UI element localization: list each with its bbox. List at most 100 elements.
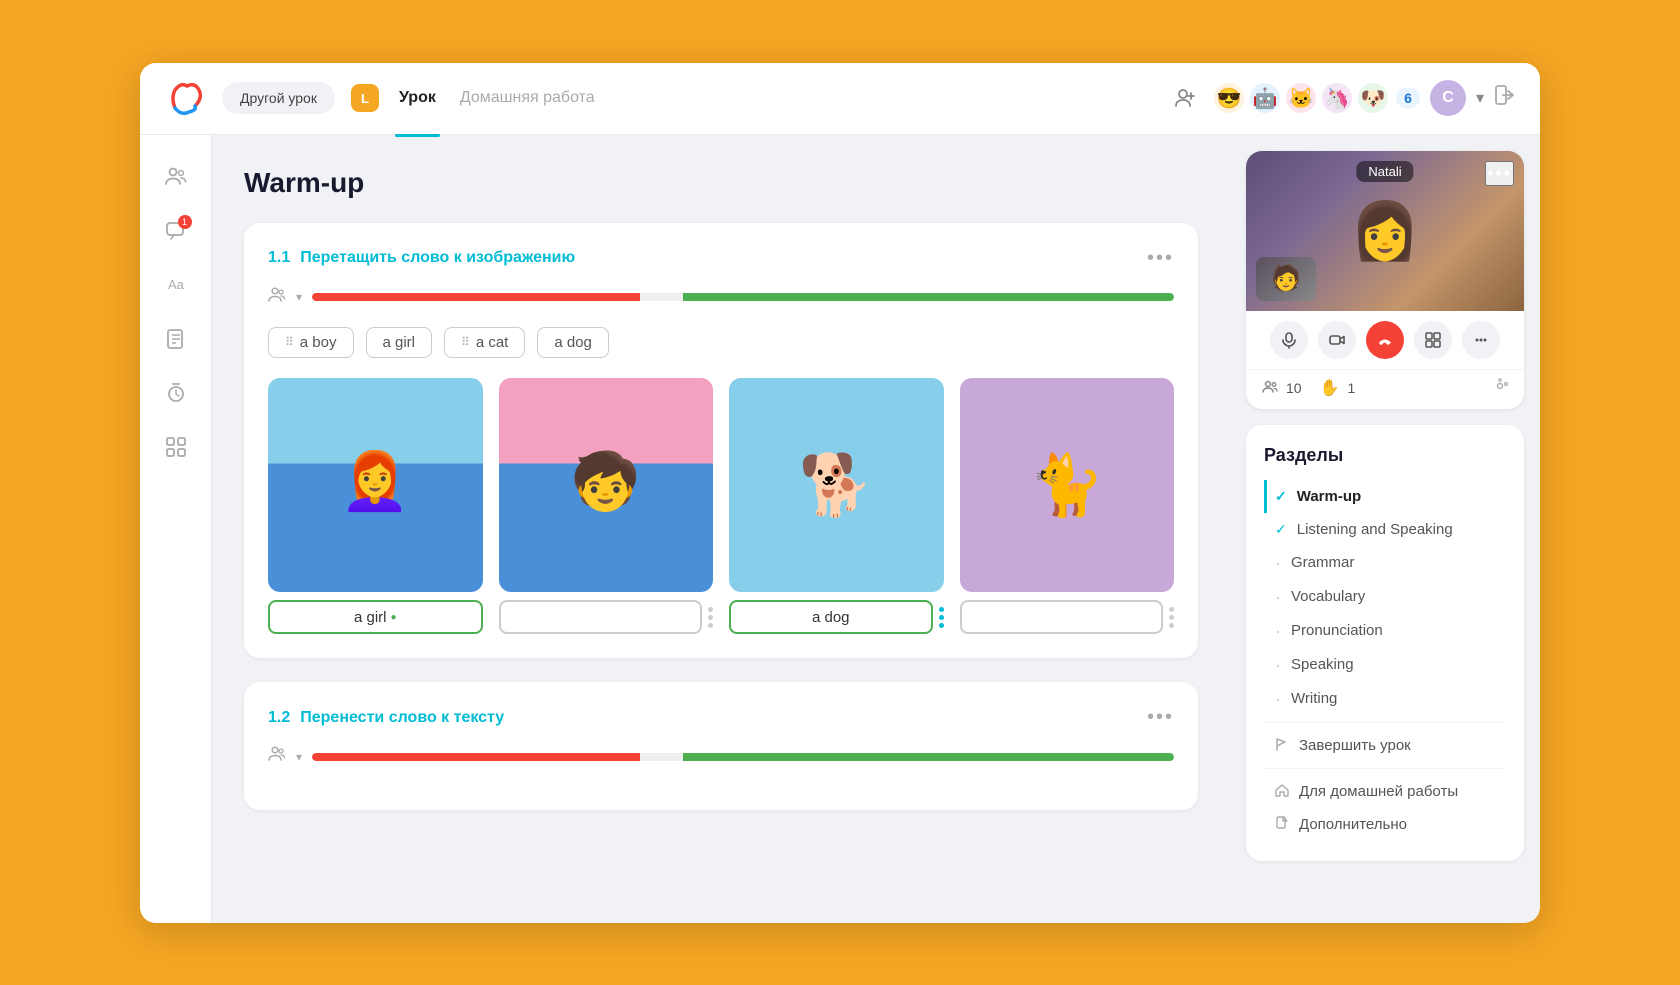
video-card: 👩 Natali ••• 🧑 — [1246, 151, 1524, 409]
chat-badge: 1 — [178, 215, 192, 229]
sections-divider-2 — [1264, 768, 1506, 769]
image-girl — [268, 378, 483, 593]
exercise-more-button-2[interactable]: ••• — [1147, 706, 1174, 729]
exercise-title-2: Перенести слово к тексту — [300, 709, 504, 727]
section-check-warmup: ✓ — [1275, 488, 1287, 505]
image-grid-1: a girl ● — [268, 378, 1174, 635]
image-dog — [729, 378, 944, 593]
word-chip-cat[interactable]: ⠿ a cat — [444, 327, 525, 358]
section-dot-speaking: · — [1275, 656, 1281, 674]
emoji-avatar-4: 🦄 — [1320, 81, 1354, 115]
correct-dot-girl: ● — [390, 612, 396, 623]
section-item-pronunciation[interactable]: · Pronunciation — [1264, 614, 1506, 648]
video-thumbnail-small: 🧑 — [1256, 257, 1316, 301]
progress-people-icon — [268, 286, 286, 309]
word-chip-boy[interactable]: ⠿ a boy — [268, 327, 354, 358]
top-nav: Другой урок L Урок Домашняя работа 😎 🤖 🐱 — [140, 63, 1540, 135]
sidebar-item-grid[interactable] — [154, 425, 198, 469]
section-check-listening: ✓ — [1275, 521, 1287, 538]
control-end-call-button[interactable] — [1366, 321, 1404, 359]
exercise-header-2: 1.2 Перенести слово к тексту ••• — [268, 706, 1174, 729]
image-slot-cat — [960, 378, 1175, 635]
drag-handle-cat: ⠿ — [461, 335, 470, 349]
user-avatar-badge[interactable]: C — [1430, 80, 1466, 116]
exercise-title-1: Перетащить слово к изображению — [300, 249, 575, 267]
participant-settings-icon[interactable] — [1492, 378, 1508, 399]
emoji-avatars-row: 😎 🤖 🐱 🦄 🐶 6 — [1212, 81, 1420, 115]
section-dot-writing: · — [1275, 690, 1281, 708]
section-item-speaking[interactable]: · Speaking — [1264, 648, 1506, 682]
video-more-button[interactable]: ••• — [1485, 161, 1514, 186]
progress-bar-red-2 — [312, 753, 640, 761]
other-lesson-button[interactable]: Другой урок — [222, 82, 335, 114]
answer-box-cat[interactable] — [960, 600, 1164, 634]
word-chip-dog[interactable]: a dog — [537, 327, 609, 358]
flag-icon-finish — [1275, 737, 1289, 754]
home-icon-homework — [1275, 783, 1289, 800]
tab-lesson[interactable]: Урок — [395, 81, 440, 115]
image-slot-dog: a dog — [729, 378, 944, 635]
section-item-warmup[interactable]: ✓ Warm-up — [1264, 480, 1506, 513]
sidebar-item-translate[interactable]: Aa — [154, 263, 198, 307]
right-panel: 👩 Natali ••• 🧑 — [1230, 135, 1540, 923]
raise-hand-icon: ✋ — [1320, 378, 1340, 398]
section-dot-pronunciation: · — [1275, 622, 1281, 640]
exercise-more-button-1[interactable]: ••• — [1147, 247, 1174, 270]
page-title: Warm-up — [244, 167, 1198, 199]
video-name-badge: Natali — [1356, 161, 1413, 182]
section-item-listening[interactable]: ✓ Listening and Speaking — [1264, 513, 1506, 546]
sidebar-item-timer[interactable] — [154, 371, 198, 415]
tab-homework[interactable]: Домашняя работа — [456, 81, 599, 115]
progress-bar-red — [312, 293, 640, 301]
progress-chevron-2[interactable]: ▾ — [296, 750, 302, 764]
add-user-button[interactable] — [1168, 81, 1202, 115]
image-boy — [499, 378, 714, 593]
exercise-number-2: 1.2 — [268, 709, 290, 727]
answer-box-dog[interactable]: a dog — [729, 600, 933, 634]
progress-chevron[interactable]: ▾ — [296, 290, 302, 304]
answer-box-girl[interactable]: a girl ● — [268, 600, 483, 634]
control-video-button[interactable] — [1318, 321, 1356, 359]
sidebar-left: 1 Aa — [140, 135, 212, 923]
sidebar-item-chat[interactable]: 1 — [154, 209, 198, 253]
participant-count: 10 — [1286, 380, 1302, 396]
logout-button[interactable] — [1494, 84, 1516, 112]
sidebar-item-tasks[interactable] — [154, 317, 198, 361]
emoji-avatar-3: 🐱 — [1284, 81, 1318, 115]
drag-handle-dog-answer[interactable] — [939, 607, 944, 628]
section-item-finish[interactable]: Завершить урок — [1264, 729, 1506, 762]
progress-row-1: ▾ — [268, 286, 1174, 309]
word-chip-girl[interactable]: a girl — [366, 327, 433, 358]
section-dot-grammar: · — [1275, 554, 1281, 572]
section-item-vocabulary[interactable]: · Vocabulary — [1264, 580, 1506, 614]
exercise-card-2: 1.2 Перенести слово к тексту ••• — [244, 682, 1198, 810]
word-chips-row: ⠿ a boy a girl ⠿ a cat a dog — [268, 327, 1174, 358]
drag-handle-cat-answer[interactable] — [1169, 607, 1174, 628]
section-item-grammar[interactable]: · Grammar — [1264, 546, 1506, 580]
sections-card: Разделы ✓ Warm-up ✓ Listening and Speaki… — [1246, 425, 1524, 861]
exercise-card-1: 1.1 Перетащить слово к изображению ••• — [244, 223, 1198, 659]
drag-handle-boy-answer[interactable] — [708, 607, 713, 628]
image-slot-girl: a girl ● — [268, 378, 483, 635]
sidebar-item-people[interactable] — [154, 155, 198, 199]
section-item-writing[interactable]: · Writing — [1264, 682, 1506, 716]
user-menu-chevron[interactable]: ▾ — [1476, 88, 1484, 108]
control-more-button[interactable] — [1462, 321, 1500, 359]
app-window: Другой урок L Урок Домашняя работа 😎 🤖 🐱 — [140, 63, 1540, 923]
sections-title: Разделы — [1264, 445, 1506, 466]
video-controls — [1246, 311, 1524, 369]
emoji-avatar-2: 🤖 — [1248, 81, 1282, 115]
raise-hand-count: 1 — [1348, 380, 1356, 396]
control-mic-button[interactable] — [1270, 321, 1308, 359]
progress-bar-green — [683, 293, 1174, 301]
video-participants-row: 10 ✋ 1 — [1246, 369, 1524, 409]
exercise-header-1: 1.1 Перетащить слово к изображению ••• — [268, 247, 1174, 270]
control-grid-button[interactable] — [1414, 321, 1452, 359]
emoji-avatar-1: 😎 — [1212, 81, 1246, 115]
progress-row-2: ▾ — [268, 745, 1174, 768]
answer-box-boy[interactable] — [499, 600, 703, 634]
progress-people-icon-2 — [268, 745, 286, 768]
section-item-homework[interactable]: Для домашней работы — [1264, 775, 1506, 808]
section-item-additional[interactable]: Дополнительно — [1264, 808, 1506, 841]
progress-bar-green-2 — [683, 753, 1174, 761]
